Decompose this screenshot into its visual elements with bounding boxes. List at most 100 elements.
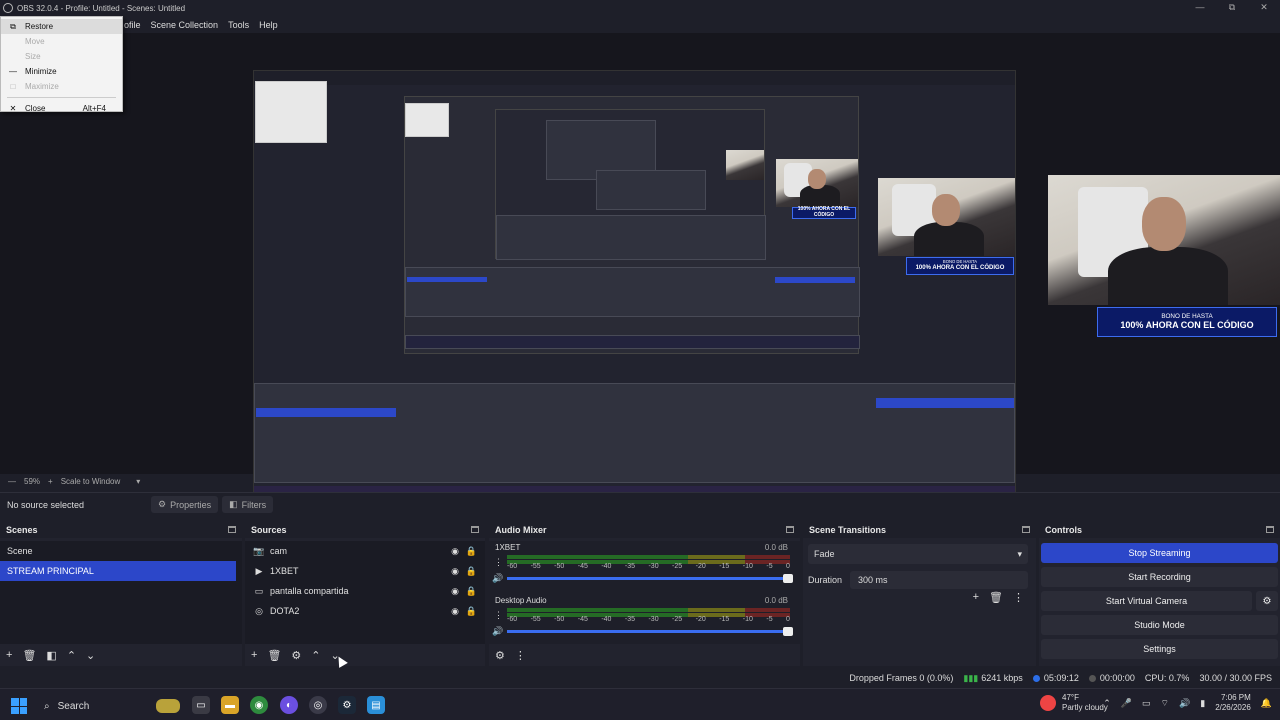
- kebab-menu-icon[interactable]: ⋮: [1013, 591, 1024, 604]
- transition-value: Fade: [814, 549, 835, 559]
- slider-handle[interactable]: [783, 574, 793, 583]
- close-icon[interactable]: ✕: [1248, 0, 1280, 14]
- windows-start-icon[interactable]: [11, 698, 27, 714]
- kebab-menu-icon[interactable]: ⋮: [515, 649, 526, 662]
- lock-icon[interactable]: 🔒: [466, 566, 477, 577]
- eye-icon[interactable]: ◉: [451, 546, 459, 557]
- sysmenu-minimize[interactable]: — Minimize: [1, 64, 122, 79]
- kebab-menu-icon[interactable]: ⋮: [494, 557, 503, 568]
- filters-button[interactable]: ◧ Filters: [222, 496, 274, 513]
- eye-icon[interactable]: ◉: [451, 586, 459, 597]
- source-item[interactable]: ◎ DOTA2 ◉ 🔒: [245, 601, 485, 621]
- channel-level: 0.0 dB: [764, 596, 788, 605]
- virtual-camera-settings-button[interactable]: ⚙: [1256, 591, 1278, 611]
- add-icon[interactable]: +: [973, 591, 979, 604]
- audio-mixer-dock: Audio Mixer 1XBET 0.0 dB ⋮ -60 -55 -50 -45-…: [489, 521, 800, 666]
- source-toolbar: No source selected ⚙ Properties ◧ Filter…: [0, 492, 1280, 516]
- trash-icon[interactable]: 🗑: [989, 591, 1003, 604]
- lock-icon[interactable]: 🔒: [466, 546, 477, 557]
- chevron-up-icon[interactable]: ⌃: [67, 649, 76, 662]
- studio-mode-button[interactable]: Studio Mode: [1041, 615, 1278, 635]
- steam-icon[interactable]: ⚙: [338, 696, 356, 714]
- file-explorer-icon[interactable]: ▬: [221, 696, 239, 714]
- lock-icon[interactable]: 🔒: [466, 606, 477, 617]
- nested-stop-streaming: [876, 398, 1014, 408]
- network-icon[interactable]: ⌔: [1161, 698, 1169, 709]
- lock-icon[interactable]: 🔒: [466, 586, 477, 597]
- speaker-icon[interactable]: 🔊: [492, 573, 503, 584]
- chevron-down-icon[interactable]: ⌄: [86, 649, 95, 662]
- notification-icon[interactable]: 🔔: [1261, 698, 1272, 709]
- undock-icon[interactable]: [786, 526, 794, 533]
- sysmenu-close[interactable]: ✕ Close Alt+F4: [1, 101, 122, 116]
- undock-icon[interactable]: [1266, 526, 1274, 533]
- eye-icon[interactable]: ◉: [451, 566, 459, 577]
- source-item[interactable]: ▶ 1XBET ◉ 🔒: [245, 561, 485, 581]
- bitrate-indicator: ▮▮▮ 6241 kbps: [963, 673, 1022, 684]
- add-icon[interactable]: +: [6, 649, 12, 661]
- chevron-down-icon: ▾: [1017, 548, 1022, 559]
- task-view-icon[interactable]: ▭: [192, 696, 210, 714]
- undock-icon[interactable]: [228, 526, 236, 533]
- trash-icon[interactable]: 🗑: [22, 649, 36, 662]
- preview-canvas[interactable]: 100% AHORA CON EL CÓDIGO BONO DE HASTA 1…: [253, 70, 1016, 503]
- camera-icon: 📷: [253, 545, 265, 556]
- menu-help[interactable]: Help: [259, 20, 278, 30]
- weather-temp: 47°F: [1062, 693, 1079, 702]
- slider-handle[interactable]: [783, 627, 793, 636]
- nested-obs-window: [404, 96, 860, 354]
- volume-slider[interactable]: [507, 627, 793, 636]
- scale-mode-dropdown[interactable]: Scale to Window: [61, 477, 121, 486]
- volume-slider[interactable]: [507, 574, 793, 583]
- menu-tools[interactable]: Tools: [228, 20, 249, 30]
- chevron-up-icon[interactable]: ⌃: [311, 649, 320, 662]
- weather-widget[interactable]: 47°F Partly cloudy: [1040, 693, 1108, 712]
- scene-transitions-dock: Scene Transitions Fade ▾ Duration 300 ms…: [803, 521, 1036, 666]
- scene-item[interactable]: Scene: [0, 541, 242, 561]
- sysmenu-restore[interactable]: ⧉ Restore: [1, 19, 122, 34]
- undock-icon[interactable]: [1022, 526, 1030, 533]
- monitor-icon: ▭: [254, 585, 264, 596]
- start-recording-button[interactable]: Start Recording: [1041, 567, 1278, 587]
- microphone-icon[interactable]: 🎤: [1121, 698, 1132, 709]
- menu-scene-collection[interactable]: Scene Collection: [151, 20, 219, 30]
- properties-button[interactable]: ⚙ Properties: [151, 496, 219, 513]
- taskbar-search[interactable]: ⌕ Search: [40, 695, 180, 717]
- dock-header: Scene Transitions: [803, 521, 1036, 538]
- speaker-icon[interactable]: 🔊: [492, 626, 503, 637]
- taskbar-clock[interactable]: 7:06 PM 2/26/2026: [1215, 693, 1251, 713]
- filter-icon[interactable]: ◧: [46, 649, 56, 662]
- chevron-up-icon[interactable]: ⌃: [1103, 698, 1111, 709]
- minimize-icon[interactable]: —: [1184, 0, 1216, 14]
- gear-icon[interactable]: ⚙: [291, 649, 301, 662]
- display-icon[interactable]: ▭: [1142, 698, 1151, 709]
- battery-icon[interactable]: ▮: [1200, 698, 1205, 709]
- source-item[interactable]: 📷 cam ◉ 🔒: [245, 541, 485, 561]
- chrome-icon[interactable]: ◉: [250, 696, 268, 714]
- scene-item-selected[interactable]: STREAM PRINCIPAL: [0, 561, 236, 581]
- restore-icon[interactable]: ⧉: [1216, 0, 1248, 14]
- transition-select[interactable]: Fade ▾: [808, 544, 1028, 564]
- eye-icon[interactable]: ◉: [451, 606, 459, 617]
- chevron-down-icon[interactable]: ▾: [136, 477, 140, 486]
- zoom-out-icon[interactable]: —: [8, 477, 16, 486]
- discord-icon[interactable]: ◐: [280, 696, 298, 714]
- volume-icon[interactable]: 🔊: [1179, 698, 1190, 709]
- start-virtual-camera-button[interactable]: Start Virtual Camera: [1041, 591, 1252, 611]
- add-icon[interactable]: +: [251, 649, 257, 661]
- obs-taskbar-icon[interactable]: ◎: [309, 696, 327, 714]
- trash-icon[interactable]: 🗑: [267, 649, 281, 662]
- settings-button[interactable]: Settings: [1041, 639, 1278, 659]
- meter-ticks: -60 -55 -50 -45 -40 -35 -30 -25 -20 -15 -10 -5 0: [507, 616, 790, 623]
- zoom-in-icon[interactable]: +: [48, 477, 53, 486]
- notepad-icon[interactable]: ▤: [367, 696, 385, 714]
- play-icon: ▶: [255, 565, 263, 576]
- menu-profile[interactable]: ofile: [124, 20, 141, 30]
- stop-streaming-button[interactable]: Stop Streaming: [1041, 543, 1278, 563]
- undock-icon[interactable]: [471, 526, 479, 533]
- advanced-audio-icon[interactable]: ⚙: [495, 649, 505, 662]
- duration-input[interactable]: 300 ms: [850, 571, 1028, 589]
- source-item[interactable]: ▭ pantalla compartida ◉ 🔒: [245, 581, 485, 601]
- kebab-menu-icon[interactable]: ⋮: [494, 610, 503, 621]
- preview-area[interactable]: 100% AHORA CON EL CÓDIGO BONO DE HASTA 1…: [0, 33, 1280, 503]
